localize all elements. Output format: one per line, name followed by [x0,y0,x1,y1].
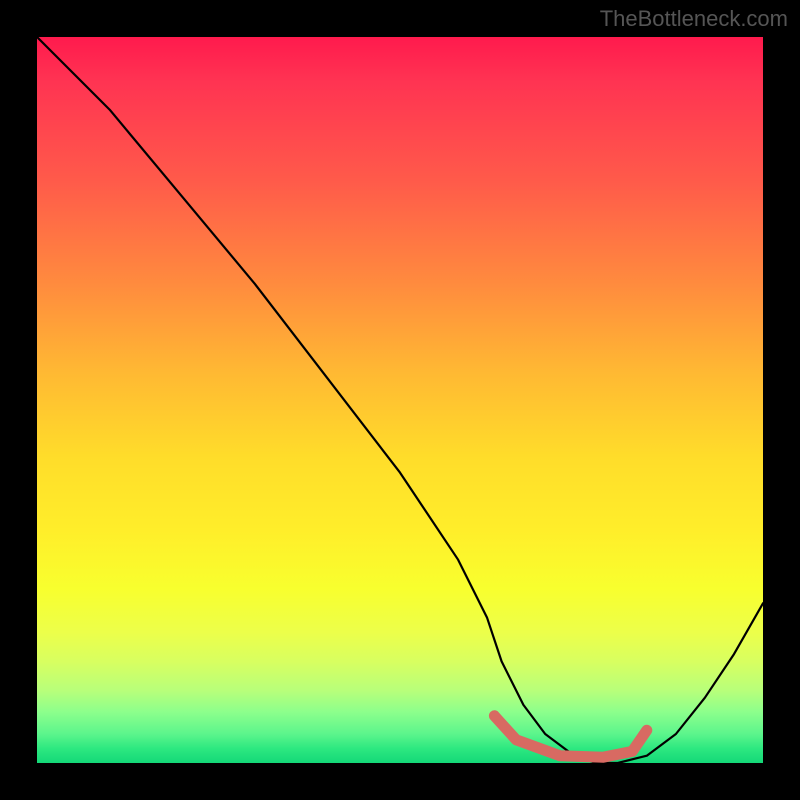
optimal-range-highlight [37,37,763,763]
chart-plot-area [37,37,763,763]
attribution-text: TheBottleneck.com [600,6,788,32]
